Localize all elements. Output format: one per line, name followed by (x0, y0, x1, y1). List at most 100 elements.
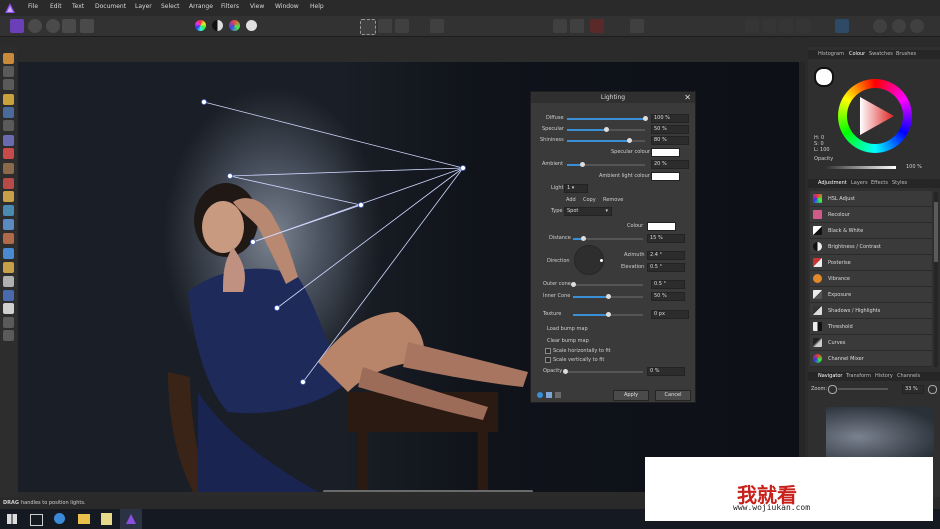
direction-dial[interactable] (574, 245, 604, 275)
documents-icon[interactable] (101, 513, 112, 525)
diffuse-slider[interactable] (567, 116, 648, 121)
menu-arrange[interactable]: Arrange (189, 3, 213, 10)
auto-colours-icon[interactable] (229, 20, 240, 31)
opacity-value[interactable]: 0 % (647, 367, 685, 376)
selection-icon[interactable] (360, 19, 376, 35)
adjustment-item[interactable]: Curves (810, 335, 932, 351)
menu-select[interactable]: Select (161, 3, 180, 10)
light-handle-cone-inner[interactable] (250, 239, 256, 245)
adjustment-item[interactable]: Exposure (810, 287, 932, 303)
mirror-view-icon[interactable] (555, 392, 561, 398)
copy-light-button[interactable]: Copy (583, 197, 596, 203)
auto-contrast-icon[interactable] (212, 20, 223, 31)
clone-brush-icon[interactable] (3, 191, 14, 202)
tab-styles[interactable]: Styles (892, 180, 907, 186)
develop-persona-icon[interactable] (46, 19, 60, 33)
azimuth-value[interactable]: 2.4 ° (647, 251, 685, 260)
light-source-handle[interactable] (460, 165, 466, 171)
hand-tool-icon[interactable] (3, 53, 14, 64)
studio-icon[interactable] (892, 19, 906, 33)
grid-icon[interactable] (553, 19, 567, 33)
view-mode-icon[interactable] (873, 19, 887, 33)
shininess-slider[interactable] (567, 138, 645, 143)
ambient-knob[interactable] (580, 162, 586, 167)
adjustment-scrollbar[interactable] (934, 192, 938, 367)
elevation-value[interactable]: 0.5 ° (647, 263, 685, 272)
ambient-value[interactable]: 20 % (651, 160, 689, 169)
red-eye-icon[interactable] (3, 233, 14, 244)
shininess-value[interactable]: 80 % (651, 136, 689, 145)
invert-selection-icon[interactable] (395, 19, 409, 33)
menu-text[interactable]: Text (72, 3, 84, 10)
outer-cone-value[interactable]: 0.5 ° (651, 280, 685, 289)
load-bump-map-button[interactable]: Load bump map (547, 326, 588, 332)
blemish-icon[interactable] (3, 219, 14, 230)
menu-window[interactable]: Window (275, 3, 299, 10)
light-colour-swatch[interactable] (647, 222, 676, 231)
menu-help[interactable]: Help (310, 3, 324, 10)
clear-bump-map-button[interactable]: Clear bump map (547, 338, 589, 344)
edge-browser-icon[interactable] (54, 513, 65, 524)
apply-button[interactable]: Apply (613, 390, 649, 401)
arrange-front-icon[interactable] (796, 19, 810, 33)
ambient-colour-swatch[interactable] (651, 172, 680, 181)
light-select[interactable]: 1 ▾ (564, 184, 588, 193)
quick-mask-icon[interactable] (430, 19, 444, 33)
windows-start-icon[interactable] (7, 514, 17, 524)
specular-colour-swatch[interactable] (651, 148, 680, 157)
horizontal-scrollbar[interactable] (323, 490, 533, 492)
dodge-brush-icon[interactable] (3, 178, 14, 189)
deselect-icon[interactable] (378, 19, 392, 33)
tone-mapping-persona-icon[interactable] (62, 19, 76, 33)
colour-triangle[interactable] (852, 93, 898, 139)
add-light-button[interactable]: Add (566, 197, 576, 203)
inner-cone-knob[interactable] (605, 294, 611, 299)
arrange-backward-icon[interactable] (762, 19, 776, 33)
erase-brush-icon[interactable] (3, 163, 14, 174)
marquee-tool-icon[interactable] (3, 120, 14, 131)
opacity-slider[interactable] (562, 369, 643, 374)
diffuse-value[interactable]: 100 % (651, 114, 689, 123)
auto-white-balance-icon[interactable] (246, 20, 257, 31)
crop-tool-icon[interactable] (3, 79, 14, 90)
adjustment-item[interactable]: Black & White (810, 223, 932, 239)
file-explorer-icon[interactable] (78, 514, 90, 524)
primary-colour-well[interactable] (814, 67, 834, 87)
light-handle-lower[interactable] (274, 305, 280, 311)
export-persona-icon[interactable] (80, 19, 94, 33)
opacity-panel-slider[interactable] (826, 166, 896, 169)
adjustment-item[interactable]: Posterise (810, 255, 932, 271)
align-icon[interactable] (630, 19, 644, 33)
scale-vertically-checkbox[interactable] (545, 357, 551, 363)
split-view-icon[interactable] (546, 392, 552, 398)
light-handle-bottom[interactable] (300, 379, 306, 385)
adjustment-item[interactable]: Shadows / Highlights (810, 303, 932, 319)
cancel-button[interactable]: Cancel (655, 390, 691, 401)
tab-adjustment[interactable]: Adjustment (818, 180, 847, 186)
type-select[interactable]: Spot ▾ (564, 207, 612, 216)
menu-edit[interactable]: Edit (50, 3, 62, 10)
texture-knob[interactable] (605, 312, 611, 317)
zoom-in-icon[interactable] (928, 385, 937, 394)
tab-transform[interactable]: Transform (846, 373, 871, 379)
opacity-knob[interactable] (562, 369, 568, 374)
fill-tool-icon[interactable] (3, 248, 14, 259)
zoom-value[interactable]: 33 % (902, 385, 924, 394)
distance-knob[interactable] (581, 236, 586, 241)
specular-knob[interactable] (603, 127, 609, 132)
tab-navigator[interactable]: Navigator (818, 373, 842, 379)
texture-value[interactable]: 0 px (651, 310, 689, 319)
remove-light-button[interactable]: Remove (603, 197, 623, 203)
shape-tool-icon[interactable] (3, 290, 14, 301)
distance-value[interactable]: 15 % (647, 234, 685, 243)
arrange-forward-icon[interactable] (779, 19, 793, 33)
flood-select-icon[interactable] (3, 107, 14, 118)
menu-document[interactable]: Document (95, 3, 126, 10)
auto-levels-icon[interactable] (195, 20, 206, 31)
arrange-back-icon[interactable] (745, 19, 759, 33)
colour-wheel[interactable] (838, 79, 912, 153)
inner-cone-slider[interactable] (573, 294, 643, 299)
tab-effects[interactable]: Effects (871, 180, 888, 186)
outer-cone-slider[interactable] (570, 282, 643, 287)
close-icon[interactable]: ✕ (684, 93, 691, 102)
